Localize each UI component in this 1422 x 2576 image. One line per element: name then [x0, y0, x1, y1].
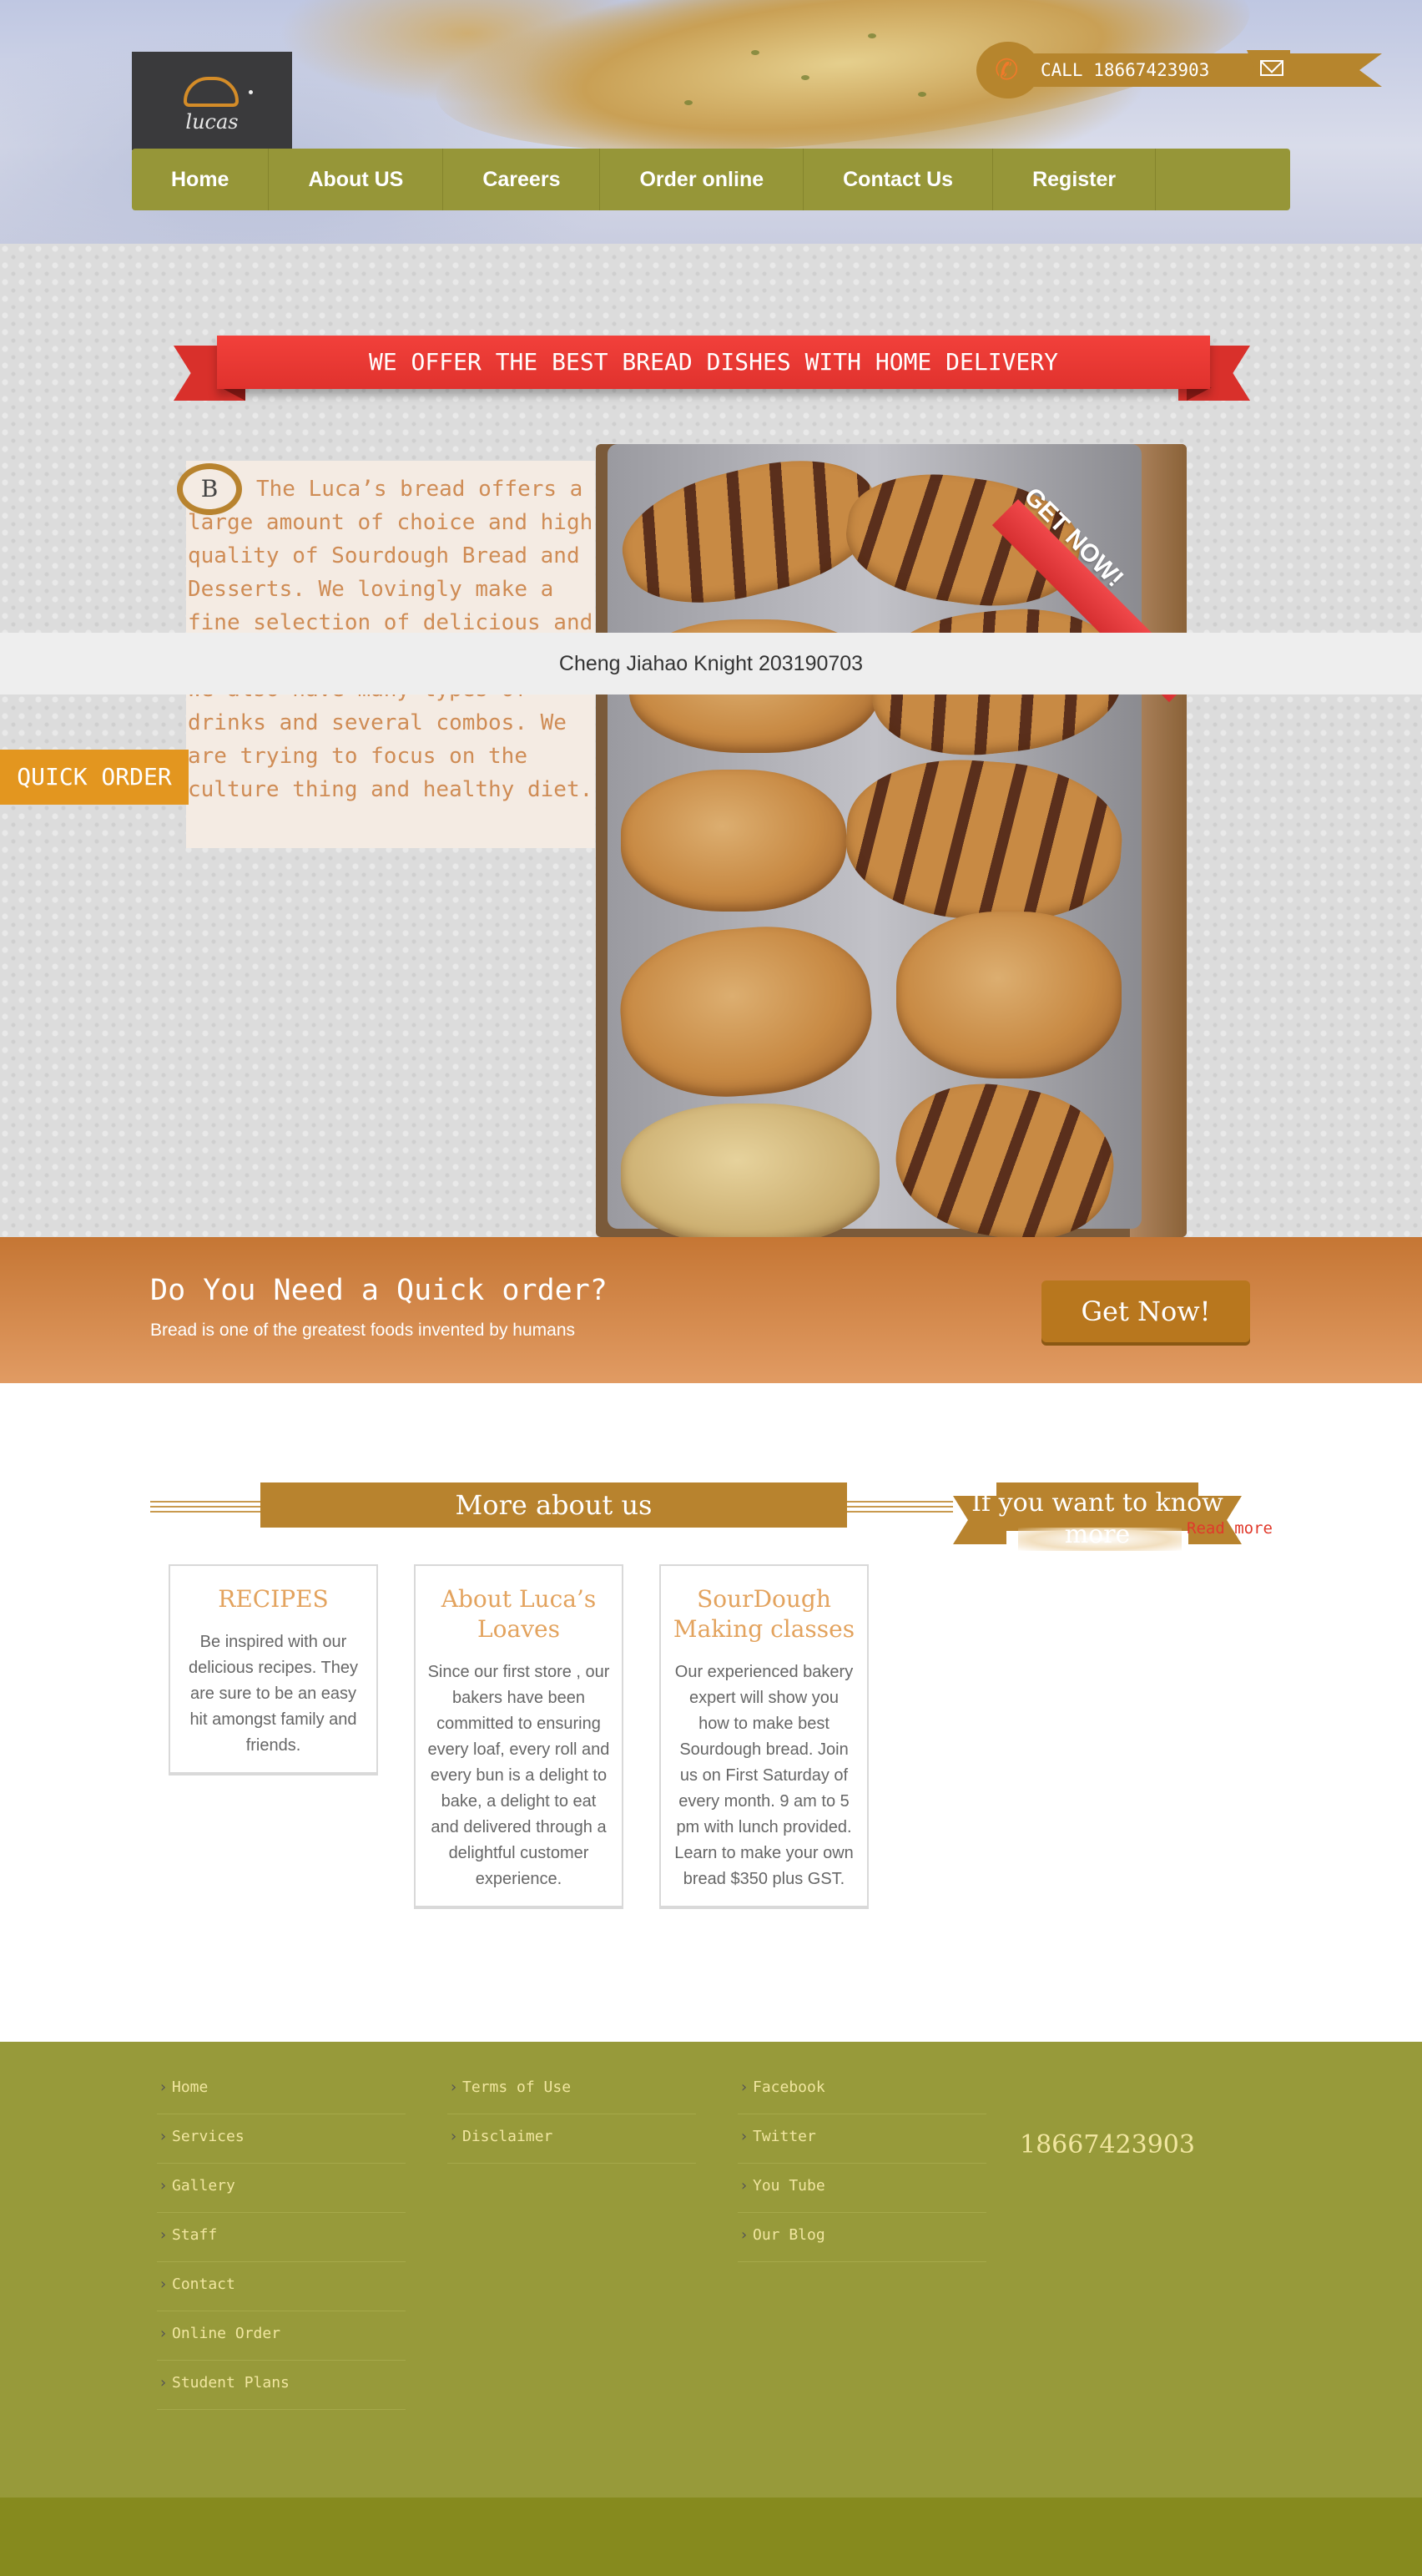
footer-link-facebook[interactable]: Facebook: [738, 2065, 986, 2114]
cta-subtitle: Bread is one of the greatest foods inven…: [150, 1321, 575, 1340]
nav-register[interactable]: Register: [993, 149, 1157, 210]
decor: [868, 33, 876, 38]
bun: [621, 770, 846, 912]
card-title: About Luca’s Loaves: [441, 1585, 597, 1643]
divider-lines: [150, 1501, 260, 1513]
get-now-button[interactable]: Get Now!: [1041, 1280, 1250, 1342]
dropcap: B: [177, 463, 242, 515]
footer-links-legal: Terms of Use Disclaimer: [447, 2065, 696, 2164]
footer-link-home[interactable]: Home: [157, 2065, 406, 2114]
mail-icon: [1260, 60, 1283, 76]
footer-bottom-bar: [0, 2498, 1422, 2576]
footer-link-online-order[interactable]: Online Order: [157, 2311, 406, 2361]
footer-links-main: Home Services Gallery Staff Contact Onli…: [157, 2065, 406, 2410]
footer-links-social: Facebook Twitter You Tube Our Blog: [738, 2065, 986, 2262]
nav-careers[interactable]: Careers: [443, 149, 601, 210]
offer-banner: WE OFFER THE BEST BREAD DISHES WITH HOME…: [217, 336, 1210, 389]
card-title: SourDough Making classes: [673, 1585, 855, 1643]
site-logo[interactable]: lucas: [132, 52, 292, 150]
student-caption: Cheng Jiahao Knight 203190703: [0, 633, 1422, 695]
bun: [896, 912, 1122, 1078]
footer-link-services[interactable]: Services: [157, 2114, 406, 2164]
footer-link-youtube[interactable]: You Tube: [738, 2164, 986, 2213]
bun: [621, 1104, 880, 1237]
phone-label: CALL 18667423903: [1041, 60, 1210, 80]
card-body: Since our first store , our bakers have …: [427, 1663, 610, 1888]
nav-order-online[interactable]: Order online: [600, 149, 804, 210]
nav-about[interactable]: About US: [269, 149, 444, 210]
read-more-link[interactable]: Read more: [1187, 1519, 1273, 1538]
footer-link-disclaimer[interactable]: Disclaimer: [447, 2114, 696, 2164]
phone-icon: ✆: [995, 53, 1019, 87]
footer-link-twitter[interactable]: Twitter: [738, 2114, 986, 2164]
nav-contact[interactable]: Contact Us: [804, 149, 994, 210]
card-sourdough-classes[interactable]: SourDough Making classes Our experienced…: [659, 1564, 869, 1909]
cta-title: Do You Need a Quick order?: [150, 1274, 608, 1307]
card-recipes[interactable]: RECIPES Be inspired with our delicious r…: [169, 1564, 378, 1775]
decor: [684, 100, 693, 105]
quick-order-button[interactable]: QUICK ORDER: [0, 750, 189, 805]
card-about-loaves[interactable]: About Luca’s Loaves Since our first stor…: [414, 1564, 623, 1909]
card-body: Be inspired with our delicious recipes. …: [188, 1633, 359, 1755]
card-body: Our experienced bakery expert will show …: [674, 1663, 854, 1888]
card-title: RECIPES: [218, 1585, 329, 1613]
decor: [249, 90, 253, 94]
decor: [801, 75, 809, 80]
footer-link-terms[interactable]: Terms of Use: [447, 2065, 696, 2114]
decor: [918, 92, 926, 97]
footer-link-student-plans[interactable]: Student Plans: [157, 2361, 406, 2410]
footer-link-blog[interactable]: Our Blog: [738, 2213, 986, 2262]
footer-link-gallery[interactable]: Gallery: [157, 2164, 406, 2213]
footer-phone: 18667423903: [1020, 2130, 1195, 2159]
footer-link-staff[interactable]: Staff: [157, 2213, 406, 2262]
main-nav: Home About US Careers Order online Conta…: [132, 149, 1290, 210]
decor: [751, 50, 759, 55]
logo-text: lucas: [185, 110, 239, 134]
footer: Home Services Gallery Staff Contact Onli…: [0, 2042, 1422, 2498]
nav-home[interactable]: Home: [132, 149, 270, 210]
quick-order-cta: Do You Need a Quick order? Bread is one …: [0, 1237, 1422, 1383]
more-about-heading: More about us: [260, 1482, 847, 1528]
footer-link-contact[interactable]: Contact: [157, 2262, 406, 2311]
divider-lines: [846, 1501, 953, 1513]
bread-logo-icon: [184, 77, 239, 107]
